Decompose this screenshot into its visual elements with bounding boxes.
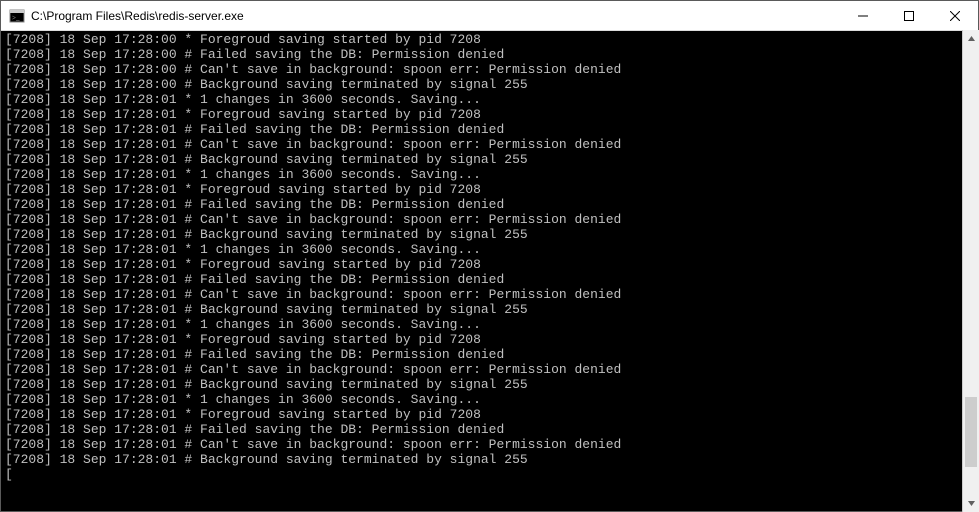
window-frame: >_ C:\Program Files\Redis\redis-server.e…	[0, 0, 979, 512]
console-line: [7208] 18 Sep 17:28:01 * 1 changes in 36…	[5, 167, 974, 182]
scroll-up-button[interactable]	[963, 30, 979, 47]
console-line: [7208] 18 Sep 17:28:01 * 1 changes in 36…	[5, 317, 974, 332]
console-line: [7208] 18 Sep 17:28:01 # Can't save in b…	[5, 437, 974, 452]
console-line: [7208] 18 Sep 17:28:01 * Foregroud savin…	[5, 407, 974, 422]
console-line: [7208] 18 Sep 17:28:01 * 1 changes in 36…	[5, 242, 974, 257]
scroll-thumb[interactable]	[965, 397, 977, 467]
console-line: [7208] 18 Sep 17:28:00 * Foregroud savin…	[5, 32, 974, 47]
console-line: [7208] 18 Sep 17:28:01 # Background savi…	[5, 452, 974, 467]
titlebar[interactable]: >_ C:\Program Files\Redis\redis-server.e…	[1, 1, 978, 31]
console-line: [7208] 18 Sep 17:28:01 * Foregroud savin…	[5, 107, 974, 122]
console-line: [7208] 18 Sep 17:28:01 # Failed saving t…	[5, 122, 974, 137]
console-line: [7208] 18 Sep 17:28:01 * Foregroud savin…	[5, 332, 974, 347]
close-button[interactable]	[932, 1, 978, 30]
console-line: [7208] 18 Sep 17:28:01 # Failed saving t…	[5, 347, 974, 362]
console-line: [7208] 18 Sep 17:28:00 # Can't save in b…	[5, 62, 974, 77]
console-line: [7208] 18 Sep 17:28:01 # Background savi…	[5, 302, 974, 317]
maximize-button[interactable]	[886, 1, 932, 30]
console-line: [7208] 18 Sep 17:28:01 # Failed saving t…	[5, 272, 974, 287]
console-line: [7208] 18 Sep 17:28:01 * 1 changes in 36…	[5, 392, 974, 407]
console-line: [7208] 18 Sep 17:28:01 * Foregroud savin…	[5, 257, 974, 272]
scroll-down-button[interactable]	[963, 495, 979, 512]
console-output[interactable]: [7208] 18 Sep 17:28:00 * Foregroud savin…	[1, 31, 978, 511]
window-title: C:\Program Files\Redis\redis-server.exe	[31, 9, 840, 23]
console-line: [7208] 18 Sep 17:28:01 # Failed saving t…	[5, 197, 974, 212]
console-line: [7208] 18 Sep 17:28:00 # Failed saving t…	[5, 47, 974, 62]
console-line: [7208] 18 Sep 17:28:01 # Background savi…	[5, 152, 974, 167]
app-icon: >_	[9, 8, 25, 24]
scroll-track[interactable]	[963, 47, 979, 495]
console-line: [7208] 18 Sep 17:28:01 # Can't save in b…	[5, 362, 974, 377]
console-line: [7208] 18 Sep 17:28:01 # Background savi…	[5, 227, 974, 242]
console-line: [7208] 18 Sep 17:28:01 * Foregroud savin…	[5, 182, 974, 197]
console-line: [7208] 18 Sep 17:28:01 # Can't save in b…	[5, 212, 974, 227]
console-cursor-line: [	[5, 467, 974, 482]
svg-text:>_: >_	[12, 14, 20, 22]
minimize-button[interactable]	[840, 1, 886, 30]
console-line: [7208] 18 Sep 17:28:01 * 1 changes in 36…	[5, 92, 974, 107]
console-line: [7208] 18 Sep 17:28:01 # Can't save in b…	[5, 287, 974, 302]
vertical-scrollbar[interactable]	[962, 30, 979, 512]
window-controls	[840, 1, 978, 30]
console-line: [7208] 18 Sep 17:28:00 # Background savi…	[5, 77, 974, 92]
console-line: [7208] 18 Sep 17:28:01 # Background savi…	[5, 377, 974, 392]
console-line: [7208] 18 Sep 17:28:01 # Can't save in b…	[5, 137, 974, 152]
console-line: [7208] 18 Sep 17:28:01 # Failed saving t…	[5, 422, 974, 437]
